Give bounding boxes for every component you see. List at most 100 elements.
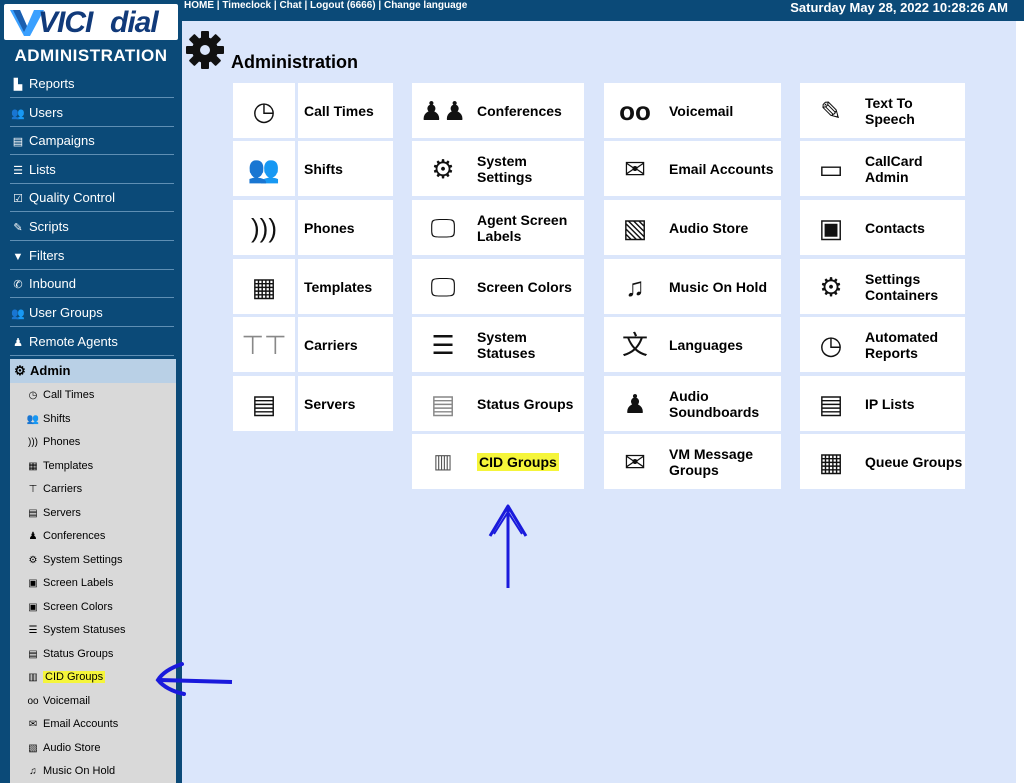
languages-tile-icon[interactable]: 文 <box>604 317 666 372</box>
sidebar-item-remote-agents[interactable]: ♟ Remote Agents <box>10 329 174 356</box>
status-groups-tile[interactable]: Status Groups <box>471 376 584 431</box>
agent-screen-labels-tile[interactable]: Agent Screen Labels <box>471 200 584 255</box>
system-settings-tile[interactable]: System Settings <box>471 141 584 196</box>
submenu-label: Screen Labels <box>43 577 114 589</box>
conferences-tile-icon[interactable]: ♟♟ <box>412 83 474 138</box>
email-accounts-tile[interactable]: Email Accounts <box>663 141 781 196</box>
music-on-hold-tile-icon[interactable]: ♫ <box>604 259 666 314</box>
page-title: Administration <box>231 52 359 72</box>
submenu-item-phones[interactable]: ))) Phones <box>26 433 80 451</box>
audio-soundboards-tile[interactable]: Audio Soundboards <box>663 376 781 431</box>
sidebar-item-lists[interactable]: ☰ Lists <box>10 157 174 184</box>
contacts-tile-icon[interactable]: ▣ <box>800 200 862 255</box>
vm-message-groups-tile[interactable]: VM Message Groups <box>663 434 781 489</box>
ip-lists-tile[interactable]: IP Lists <box>859 376 965 431</box>
phones-tile-icon[interactable]: ))) <box>233 200 295 255</box>
sidebar-item-user-groups[interactable]: 👥 User Groups <box>10 300 174 327</box>
sidebar-item-inbound[interactable]: ✆ Inbound <box>10 271 174 298</box>
ip-lists-tile-icon[interactable]: ▤ <box>800 376 862 431</box>
servers-tile[interactable]: Servers <box>298 376 393 431</box>
text-to-speech-tile-icon[interactable]: ✎ <box>800 83 862 138</box>
carriers-tile-icon[interactable]: ⊤⊤ <box>233 317 295 372</box>
submenu-item-system-statuses[interactable]: ☰ System Statuses <box>26 621 126 639</box>
conferences-tile[interactable]: Conferences <box>471 83 584 138</box>
submenu-item-system-settings[interactable]: ⚙ System Settings <box>26 551 123 569</box>
settings-containers-tile-icon[interactable]: ⚙ <box>800 259 862 314</box>
voicemail-tile[interactable]: Voicemail <box>663 83 781 138</box>
phones-tile[interactable]: Phones <box>298 200 393 255</box>
shifts-tile-icon[interactable]: 👥 <box>233 141 295 196</box>
submenu-item-status-groups[interactable]: ▤ Status Groups <box>26 645 113 663</box>
sidebar-item-scripts[interactable]: ✎ Scripts <box>10 214 174 241</box>
submenu-item-carriers[interactable]: ⊤ Carriers <box>26 480 82 498</box>
servers-tile-icon[interactable]: ▤ <box>233 376 295 431</box>
submenu-item-audio-store[interactable]: ▧ Audio Store <box>26 739 100 757</box>
inbound-icon: ✆ <box>13 279 23 291</box>
submenu-label: Voicemail <box>43 695 91 707</box>
sidebar-item-label: Quality Control <box>29 190 115 205</box>
templates-icon: ▦ <box>28 461 38 472</box>
contacts-tile[interactable]: Contacts <box>859 200 965 255</box>
audio-soundboards-tile-icon[interactable]: ♟ <box>604 376 666 431</box>
cid-groups-tile[interactable]: CID Groups <box>471 434 584 489</box>
logo-text-dial: dial <box>110 6 159 39</box>
sidebar-item-reports[interactable]: ▙ Reports <box>10 71 174 98</box>
change-language-link[interactable]: Change language <box>384 0 467 11</box>
timeclock-link[interactable]: Timeclock <box>222 0 271 11</box>
templates-tile-icon[interactable]: ▦ <box>233 259 295 314</box>
logout-link[interactable]: Logout (6666) <box>310 0 376 11</box>
shifts-tile[interactable]: Shifts <box>298 141 393 196</box>
gear-icon: ⚙ <box>14 363 26 378</box>
audio-store-tile[interactable]: Audio Store <box>663 200 781 255</box>
automated-reports-tile[interactable]: Automated Reports <box>859 317 965 372</box>
call-times-tile-icon[interactable]: ◷ <box>233 83 295 138</box>
sidebar-item-filters[interactable]: ▼ Filters <box>10 243 174 270</box>
submenu-item-screen-labels[interactable]: ▣ Screen Labels <box>26 574 113 592</box>
callcard-admin-tile-icon[interactable]: ▭ <box>800 141 862 196</box>
screen-colors-tile-icon[interactable]: 🖵 <box>412 259 474 314</box>
queue-groups-tile-icon[interactable]: ▦ <box>800 434 862 489</box>
sidebar-item-campaigns[interactable]: ▤ Campaigns <box>10 128 174 155</box>
right-border <box>1016 21 1024 783</box>
email-accounts-tile-icon[interactable]: ✉ <box>604 141 666 196</box>
submenu-item-voicemail[interactable]: oo Voicemail <box>26 692 90 710</box>
sidebar-item-quality-control[interactable]: ☑ Quality Control <box>10 185 174 212</box>
system-settings-tile-icon[interactable]: ⚙ <box>412 141 474 196</box>
chat-link[interactable]: Chat <box>279 0 301 11</box>
submenu-item-conferences[interactable]: ♟ Conferences <box>26 527 106 545</box>
submenu-item-cid-groups[interactable]: ▥ CID Groups <box>26 668 106 686</box>
automated-reports-tile-icon[interactable]: ◷ <box>800 317 862 372</box>
status-groups-tile-icon[interactable]: ▤ <box>412 376 474 431</box>
cogs-icon: ⚙ <box>431 153 455 184</box>
submenu-item-servers[interactable]: ▤ Servers <box>26 504 81 522</box>
audio-store-tile-icon[interactable]: ▧ <box>604 200 666 255</box>
audio-store-icon: ▧ <box>28 743 38 754</box>
sidebar-item-admin[interactable]: ⚙ Admin <box>10 359 176 383</box>
submenu-item-call-times[interactable]: ◷ Call Times <box>26 386 95 404</box>
carriers-tile[interactable]: Carriers <box>298 317 393 372</box>
system-statuses-tile[interactable]: System Statuses <box>471 317 584 372</box>
cid-groups-tile-icon[interactable]: ▥ <box>412 434 474 489</box>
home-link[interactable]: HOME <box>184 0 214 11</box>
submenu-item-music-on-hold[interactable]: ♫ Music On Hold <box>26 762 115 780</box>
system-statuses-tile-icon[interactable]: ☰ <box>412 317 474 372</box>
queue-groups-tile[interactable]: Queue Groups <box>859 434 965 489</box>
languages-tile[interactable]: Languages <box>663 317 781 372</box>
conference-icon: ♟♟ <box>419 95 467 126</box>
voicemail-tile-icon[interactable]: oo <box>604 83 666 138</box>
sidebar-item-users[interactable]: 👥 Users <box>10 100 174 127</box>
call-times-tile[interactable]: Call Times <box>298 83 393 138</box>
music-on-hold-tile[interactable]: Music On Hold <box>663 259 781 314</box>
vm-message-groups-tile-icon[interactable]: ✉ <box>604 434 666 489</box>
settings-containers-tile[interactable]: Settings Containers <box>859 259 965 314</box>
submenu-item-email-accounts[interactable]: ✉ Email Accounts <box>26 715 118 733</box>
submenu-item-templates[interactable]: ▦ Templates <box>26 457 93 475</box>
vicidial-logo[interactable]: VICI dial <box>4 4 178 40</box>
submenu-item-shifts[interactable]: 👥 Shifts <box>26 410 71 428</box>
text-to-speech-tile[interactable]: Text To Speech <box>859 83 965 138</box>
templates-tile[interactable]: Templates <box>298 259 393 314</box>
submenu-item-screen-colors[interactable]: ▣ Screen Colors <box>26 598 112 616</box>
callcard-admin-tile[interactable]: CallCard Admin <box>859 141 965 196</box>
screen-colors-tile[interactable]: Screen Colors <box>471 259 584 314</box>
agent-screen-labels-tile-icon[interactable]: 🖵 <box>412 200 474 255</box>
